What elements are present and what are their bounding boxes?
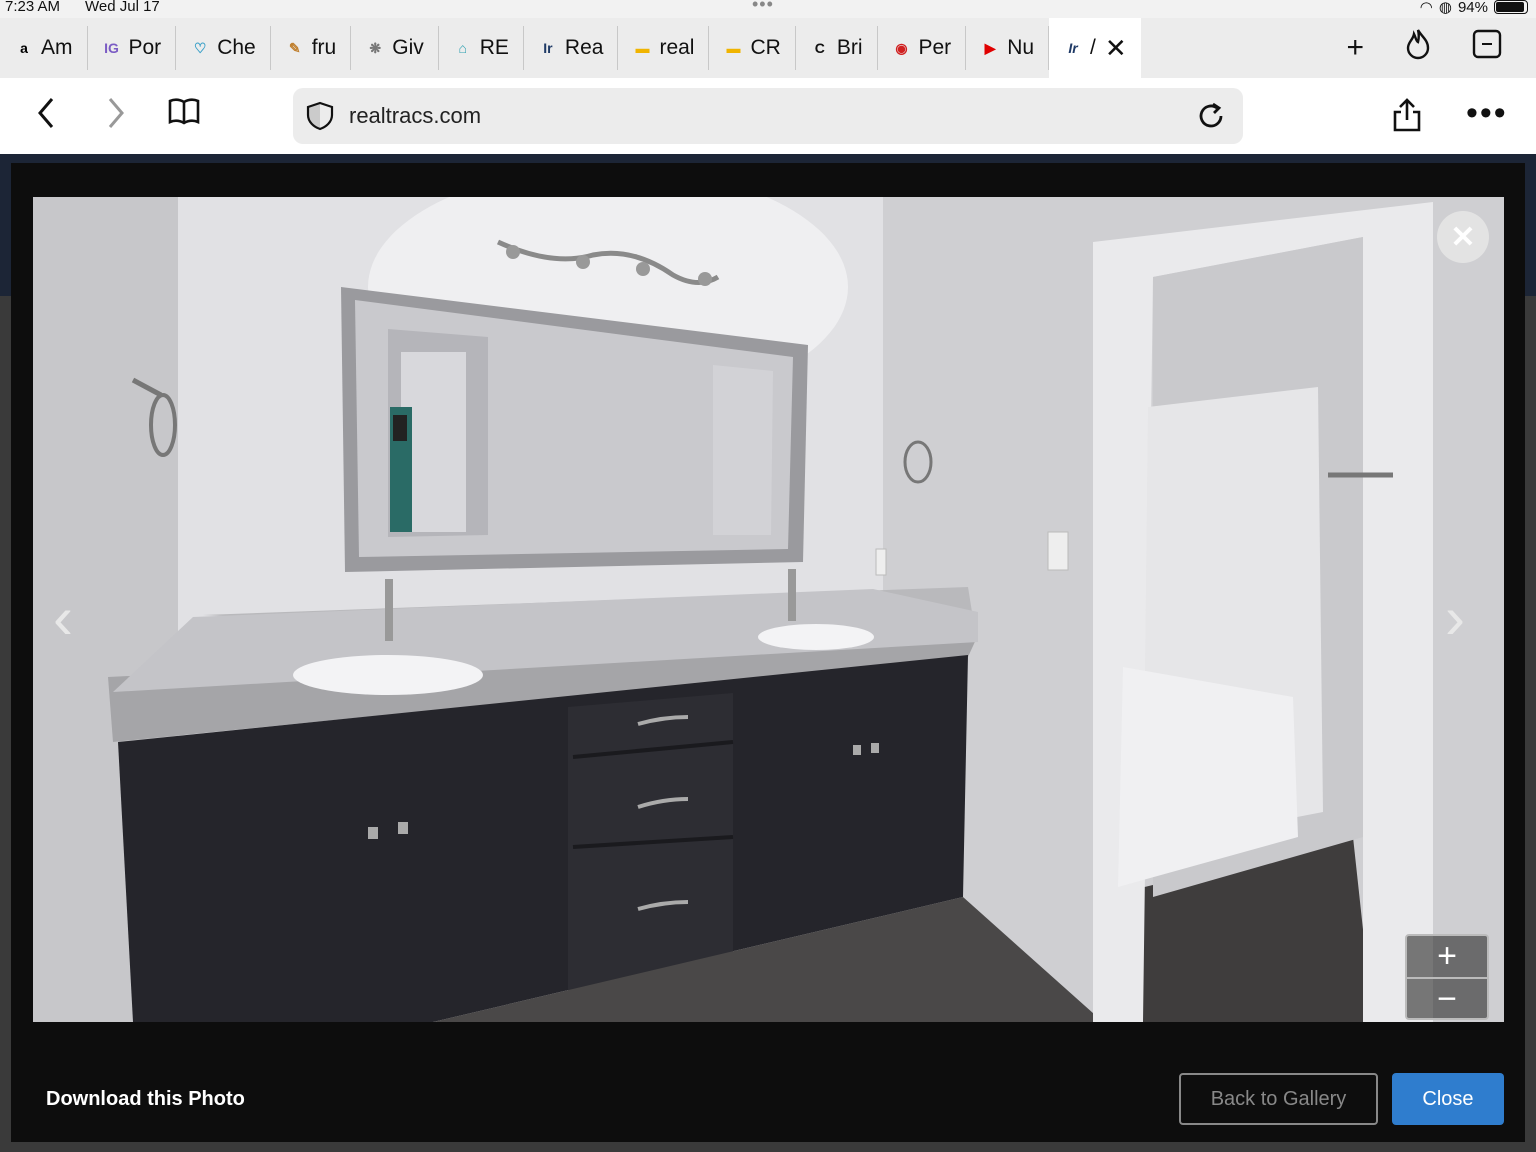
back-to-gallery-button[interactable]: Back to Gallery: [1179, 1073, 1378, 1125]
shield-icon: [306, 101, 334, 131]
tab-6[interactable]: Ir Rea: [524, 26, 619, 70]
tab-2[interactable]: ♡ Che: [176, 26, 271, 70]
close-button[interactable]: Close: [1392, 1073, 1504, 1125]
reload-icon[interactable]: [1195, 100, 1227, 132]
tab-label: Nu: [1007, 36, 1035, 59]
listing-photo: [33, 197, 1504, 1022]
zoom-in-button[interactable]: +: [1407, 936, 1487, 977]
wifi-icon: ◠: [1419, 0, 1433, 16]
address-bar[interactable]: realtracs.com: [293, 88, 1243, 144]
youtube-icon: ▶: [984, 39, 996, 56]
tab-active-realtracs[interactable]: Ir / ✕: [1049, 18, 1141, 78]
realtracs-icon: Ir: [543, 40, 553, 56]
tab-label: Che: [217, 36, 256, 59]
navigation-bar: realtracs.com •••: [0, 78, 1536, 154]
forward-icon[interactable]: [106, 96, 126, 138]
photo-lightbox: ✕ ‹ › + − Download this Photo Back to Ga…: [11, 163, 1525, 1142]
back-icon[interactable]: [36, 96, 56, 138]
next-photo-icon[interactable]: ›: [1445, 583, 1465, 652]
url-text: realtracs.com: [349, 103, 482, 128]
tab-label: fru: [311, 36, 337, 59]
tab-label: Per: [918, 36, 952, 59]
orientation-lock-icon: ◍: [1438, 0, 1452, 16]
tab-9[interactable]: C Bri: [796, 26, 878, 70]
heart-icon: ♡: [193, 39, 207, 56]
tab-actions: +: [1346, 28, 1536, 68]
reader-book-icon[interactable]: [168, 96, 200, 134]
tab-label: Rea: [564, 36, 604, 59]
tab-3[interactable]: ✎ fru: [271, 26, 352, 70]
tab-label: Giv: [392, 36, 424, 59]
tab-label: /: [1090, 36, 1096, 59]
tab-label: Bri: [836, 36, 863, 59]
sparkle-icon: ❋: [369, 39, 382, 56]
tab-label: RE: [479, 36, 509, 59]
tab-10[interactable]: ◉ Per: [878, 26, 967, 70]
close-tab-icon[interactable]: ✕: [1105, 33, 1127, 64]
tab-label: Por: [128, 36, 162, 59]
multitask-dots[interactable]: •••: [752, 0, 774, 15]
new-tab-icon[interactable]: +: [1346, 31, 1364, 65]
battery-percent: 94%: [1457, 0, 1488, 16]
zoom-out-button[interactable]: −: [1407, 979, 1487, 1020]
amazon-icon: a: [20, 40, 28, 56]
home-icon: ⌂: [458, 40, 467, 56]
tab-1[interactable]: IG Por: [88, 26, 177, 70]
tab-overview-icon[interactable]: [1472, 29, 1502, 67]
more-options-icon[interactable]: •••: [1466, 94, 1508, 133]
fire-icon[interactable]: [1404, 28, 1432, 68]
tab-11[interactable]: ▶ Nu: [966, 26, 1050, 70]
tab-8[interactable]: ▬ CR: [709, 26, 796, 70]
realtracs-icon: Ir: [1068, 40, 1078, 56]
c-icon: C: [814, 40, 825, 56]
tab-5[interactable]: ⌂ RE: [439, 26, 524, 70]
tab-0[interactable]: a Am: [0, 26, 88, 70]
target-icon: ◉: [895, 39, 908, 56]
download-photo-link[interactable]: Download this Photo: [46, 1088, 245, 1111]
status-time: 7:23 AM: [5, 0, 61, 15]
status-bar: 7:23 AM Wed Jul 17 ••• ◠ ◍ 94%: [0, 0, 1536, 18]
tab-7[interactable]: ▬ real: [618, 26, 710, 70]
pin-icon: ✎: [288, 39, 301, 56]
status-indicators: ◠ ◍ 94%: [1420, 0, 1528, 16]
status-date: Wed Jul 17: [85, 0, 160, 15]
realtor-icon: ▬: [635, 40, 650, 56]
zoom-control: + −: [1405, 934, 1489, 1020]
tab-label: CR: [750, 36, 781, 59]
close-photo-icon[interactable]: ✕: [1437, 211, 1489, 263]
previous-photo-icon[interactable]: ‹: [53, 583, 73, 652]
tab-bar: a Am IG Por ♡ Che ✎ fru ❋ Giv ⌂ RE Ir Rea ▬ real ▬ CR C Bri…: [0, 18, 1536, 78]
tab-label: Am: [41, 36, 73, 59]
cr-icon: ▬: [726, 40, 741, 56]
share-icon[interactable]: [1392, 98, 1422, 140]
battery-icon: [1494, 0, 1528, 14]
tab-label: real: [659, 36, 695, 59]
tab-4[interactable]: ❋ Giv: [351, 26, 439, 70]
portal-icon: IG: [104, 40, 119, 56]
